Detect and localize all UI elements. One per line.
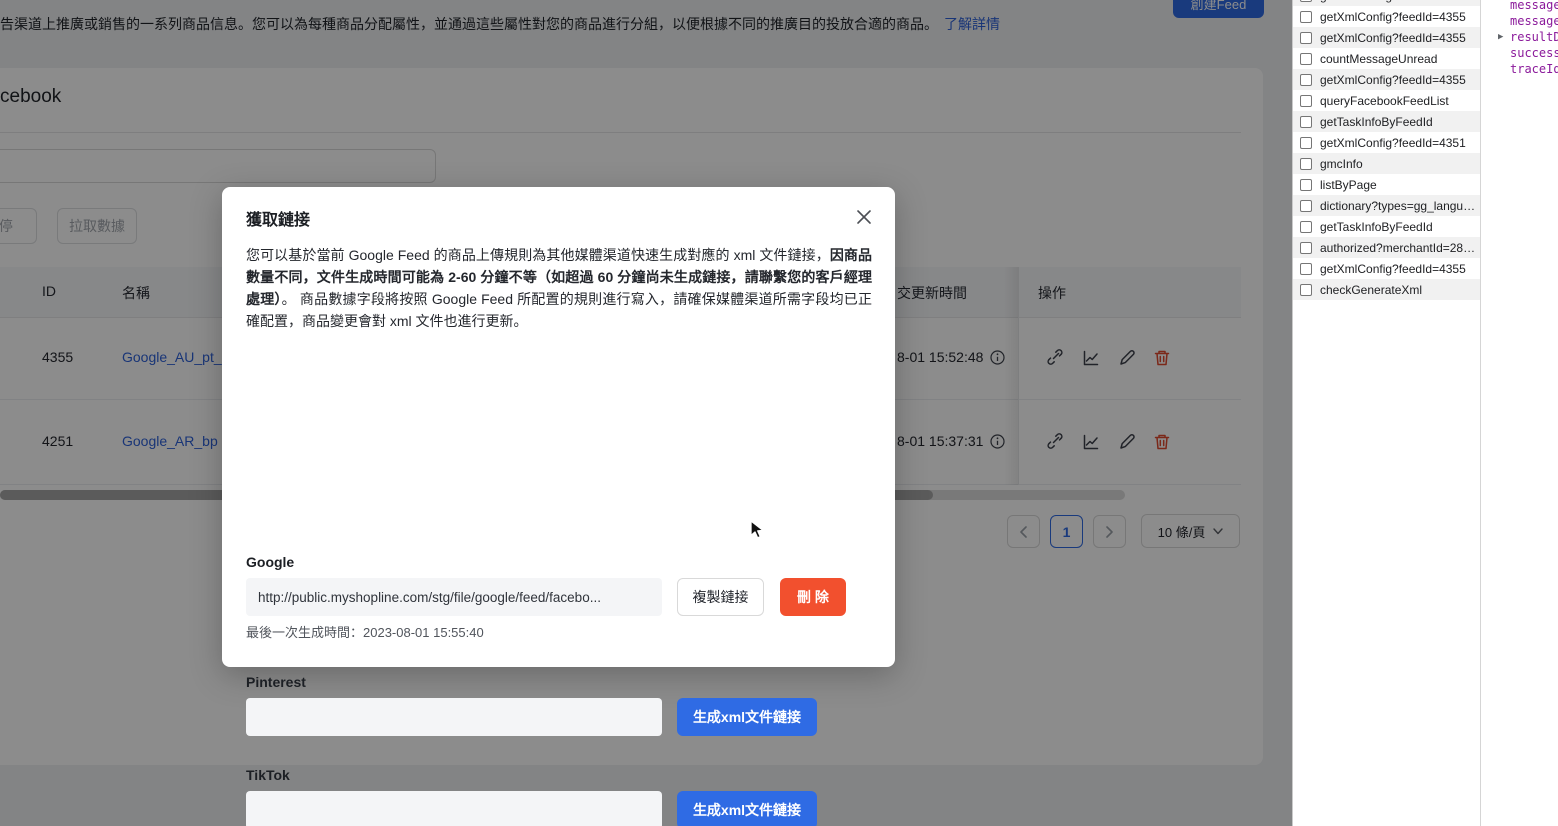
request-label: countMessageUnread [1320,52,1437,66]
request-label: getXmlConfig?feedId=4355 [1320,10,1466,24]
tiktok-section-label: TikTok [246,767,290,783]
google-xml-url-input[interactable] [246,578,662,616]
request-label: getTaskInfoByFeedId [1320,220,1433,234]
expand-arrow-icon[interactable]: ▶ [1498,29,1503,45]
request-checkbox[interactable] [1300,0,1312,2]
last-generated-time: 最後一次生成時間：2023-08-01 15:55:40 [246,622,484,641]
tiktok-generate-xml-button[interactable]: 生成xml文件鏈接 [677,791,817,826]
pinterest-generate-xml-button[interactable]: 生成xml文件鏈接 [677,698,817,736]
request-checkbox[interactable] [1300,242,1312,254]
request-row[interactable]: gmcInfo [1293,153,1480,174]
request-checkbox[interactable] [1300,53,1312,65]
request-label: checkGenerateXml [1320,283,1422,297]
request-row[interactable]: getTaskInfoByFeedId [1293,216,1480,237]
pinterest-section-label: Pinterest [246,674,306,690]
request-label: authorized?merchantId=28… [1320,241,1475,255]
request-checkbox[interactable] [1300,95,1312,107]
request-label: getXmlConfig?feedId=4355 [1320,262,1466,276]
request-row[interactable]: authorized?merchantId=28… [1293,237,1480,258]
get-link-modal: 獲取鏈接 您可以基於當前 Google Feed 的商品上傳規則為其他媒體渠道快… [222,187,895,667]
request-checkbox[interactable] [1300,11,1312,23]
response-json-key: message [1498,13,1558,29]
response-preview: messagemessage▶resultDsuccesstraceId [1498,0,1558,77]
close-icon[interactable] [853,206,875,228]
copy-link-button[interactable]: 複製鏈接 [677,578,764,616]
request-row[interactable]: countMessageUnread [1293,48,1480,69]
modal-description-part2: 。 商品數據字段將按照 Google Feed 所配置的規則進行寫入，請確保媒體… [246,291,872,329]
request-checkbox[interactable] [1300,137,1312,149]
response-json-key: traceId [1498,61,1558,77]
request-label: dictionary?types=gg_langu… [1320,199,1475,213]
request-label: listByPage [1320,178,1377,192]
modal-title: 獲取鏈接 [246,206,310,230]
request-label: getXmlConfig?feedId=4355 [1320,73,1466,87]
request-checkbox[interactable] [1300,32,1312,44]
request-row[interactable]: listByPage [1293,174,1480,195]
response-json-key: success [1498,45,1558,61]
screen: 告渠道上推廣或銷售的一系列商品信息。您可以為每種商品分配屬性，並通過這些屬性對您… [0,0,1558,826]
modal-description-part1: 您可以基於當前 Google Feed 的商品上傳規則為其他媒體渠道快速生成對應… [246,247,830,263]
request-row[interactable]: checkGenerateXml [1293,279,1480,300]
request-label: queryFacebookFeedList [1320,94,1449,108]
response-json-key[interactable]: ▶resultD [1498,29,1558,45]
request-row[interactable]: dictionary?types=gg_langu… [1293,195,1480,216]
request-row[interactable]: queryFacebookFeedList [1293,90,1480,111]
request-row[interactable]: getXmlConfig?feedId=4355 [1293,69,1480,90]
devtools-panel: getXmlConfig?feedId=4355 getXmlConfig?fee… [1292,0,1558,826]
request-checkbox[interactable] [1300,221,1312,233]
request-row[interactable]: getXmlConfig?feedId=4355 [1293,27,1480,48]
request-checkbox[interactable] [1300,158,1312,170]
request-row[interactable]: getXmlConfig?feedId=4351 [1293,132,1480,153]
request-row[interactable]: getXmlConfig?feedId=4355 [1293,258,1480,279]
request-checkbox[interactable] [1300,263,1312,275]
tiktok-xml-url-input[interactable] [246,791,662,826]
response-json-key: message [1498,0,1558,13]
pinterest-xml-url-input[interactable] [246,698,662,736]
request-row[interactable]: getTaskInfoByFeedId [1293,111,1480,132]
request-checkbox[interactable] [1300,116,1312,128]
request-checkbox[interactable] [1300,284,1312,296]
modal-description: 您可以基於當前 Google Feed 的商品上傳規則為其他媒體渠道快速生成對應… [246,244,872,332]
request-checkbox[interactable] [1300,74,1312,86]
devtools-split-divider[interactable] [1480,0,1481,826]
request-row[interactable]: getXmlConfig?feedId=4355 [1293,6,1480,27]
browser-viewport: 告渠道上推廣或銷售的一系列商品信息。您可以為每種商品分配屬性，並通過這些屬性對您… [0,0,1292,826]
request-checkbox[interactable] [1300,179,1312,191]
request-checkbox[interactable] [1300,200,1312,212]
request-label: getXmlConfig?feedId=4351 [1320,136,1466,150]
request-label: getXmlConfig?feedId=4355 [1320,31,1466,45]
request-list: getXmlConfig?feedId=4355 getXmlConfig?fee… [1293,0,1480,300]
delete-button[interactable]: 刪 除 [780,578,846,616]
request-label: gmcInfo [1320,157,1363,171]
google-section-label: Google [246,554,294,570]
request-label: getXmlConfig?feedId=4355 [1320,0,1466,3]
request-label: getTaskInfoByFeedId [1320,115,1433,129]
